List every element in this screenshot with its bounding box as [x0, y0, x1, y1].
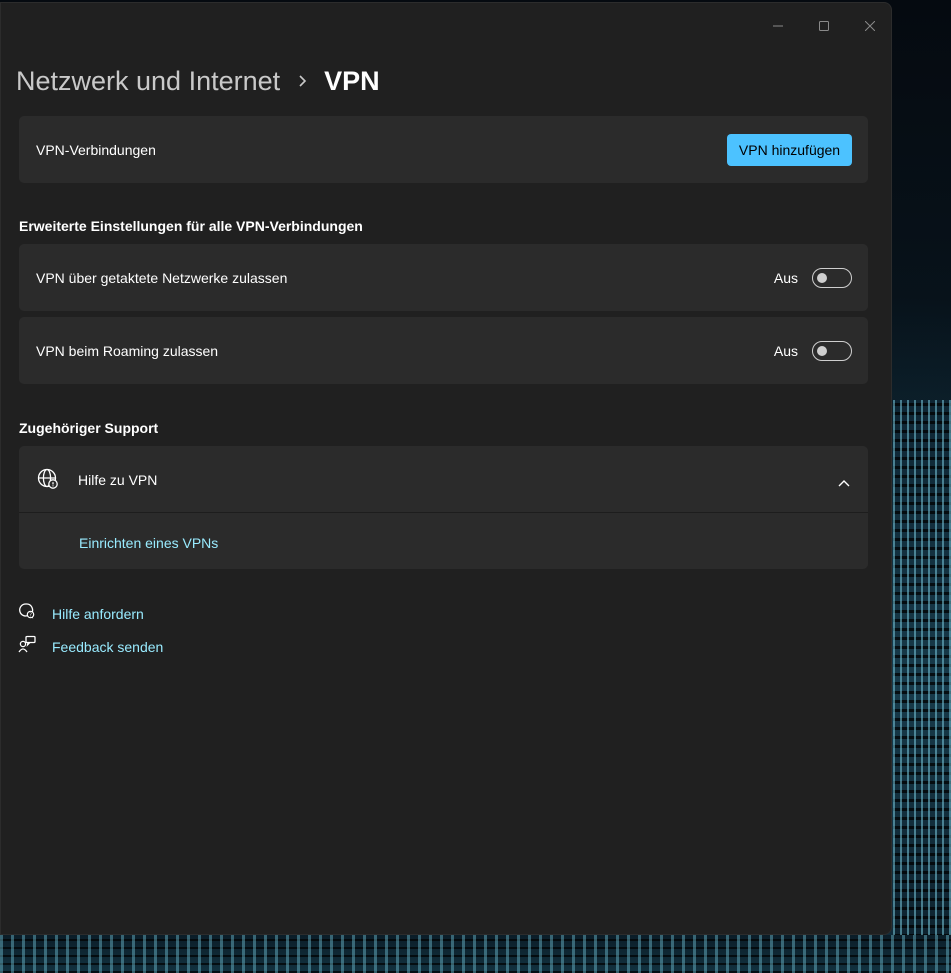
get-help-row[interactable]: ? Hilfe anfordern — [18, 602, 144, 625]
toggle-state-label: Aus — [773, 270, 798, 286]
metered-toggle-group: Aus — [774, 268, 852, 288]
globe-icon — [37, 468, 59, 495]
breadcrumb-parent[interactable]: Netzwerk und Internet — [16, 66, 280, 97]
support-expander: Hilfe zu VPN Einrichten eines VPNs — [19, 446, 868, 569]
send-feedback-link: Feedback senden — [52, 638, 164, 655]
send-feedback-row[interactable]: Feedback senden — [18, 635, 163, 658]
svg-text:?: ? — [29, 612, 32, 618]
vpn-connections-card: VPN-Verbindungen VPN hinzufügen — [19, 116, 868, 183]
minimize-button[interactable] — [755, 11, 801, 41]
add-vpn-button[interactable]: VPN hinzufügen — [727, 134, 852, 166]
help-chat-icon: ? — [18, 602, 36, 625]
related-support-heading: Zugehöriger Support — [19, 420, 159, 436]
maximize-icon — [819, 21, 829, 31]
close-button[interactable] — [847, 11, 891, 41]
roaming-toggle-group: Aus — [774, 341, 852, 361]
settings-window: Netzwerk und Internet VPN VPN-Verbindung… — [0, 2, 892, 935]
metered-networks-setting: VPN über getaktete Netzwerke zulassen Au… — [19, 244, 868, 311]
setting-label: VPN beim Roaming zulassen — [36, 343, 219, 359]
feedback-icon — [18, 635, 36, 658]
close-icon — [865, 21, 875, 31]
chevron-up-icon — [838, 474, 850, 492]
roaming-toggle[interactable] — [812, 341, 852, 361]
page-title: VPN — [324, 65, 380, 96]
vpn-connections-label: VPN-Verbindungen — [36, 142, 156, 158]
get-help-link: Hilfe anfordern — [52, 605, 144, 622]
advanced-settings-heading: Erweiterte Einstellungen für alle VPN-Ve… — [19, 218, 363, 234]
wallpaper-city-right — [893, 400, 951, 973]
toggle-knob — [817, 273, 827, 283]
toggle-knob — [817, 346, 827, 356]
setup-vpn-link[interactable]: Einrichten eines VPNs — [79, 535, 218, 551]
minimize-icon — [773, 25, 783, 27]
breadcrumb: Netzwerk und Internet VPN — [16, 61, 380, 101]
chevron-right-icon — [298, 74, 308, 88]
toggle-state-label: Aus — [773, 343, 798, 359]
support-expander-label: Hilfe zu VPN — [78, 472, 158, 488]
support-expander-header[interactable]: Hilfe zu VPN — [19, 446, 868, 513]
roaming-setting: VPN beim Roaming zulassen Aus — [19, 317, 868, 384]
maximize-button[interactable] — [801, 11, 847, 41]
setting-label: VPN über getaktete Netzwerke zulassen — [36, 270, 288, 286]
metered-networks-toggle[interactable] — [812, 268, 852, 288]
wallpaper-city-bottom — [0, 935, 951, 973]
